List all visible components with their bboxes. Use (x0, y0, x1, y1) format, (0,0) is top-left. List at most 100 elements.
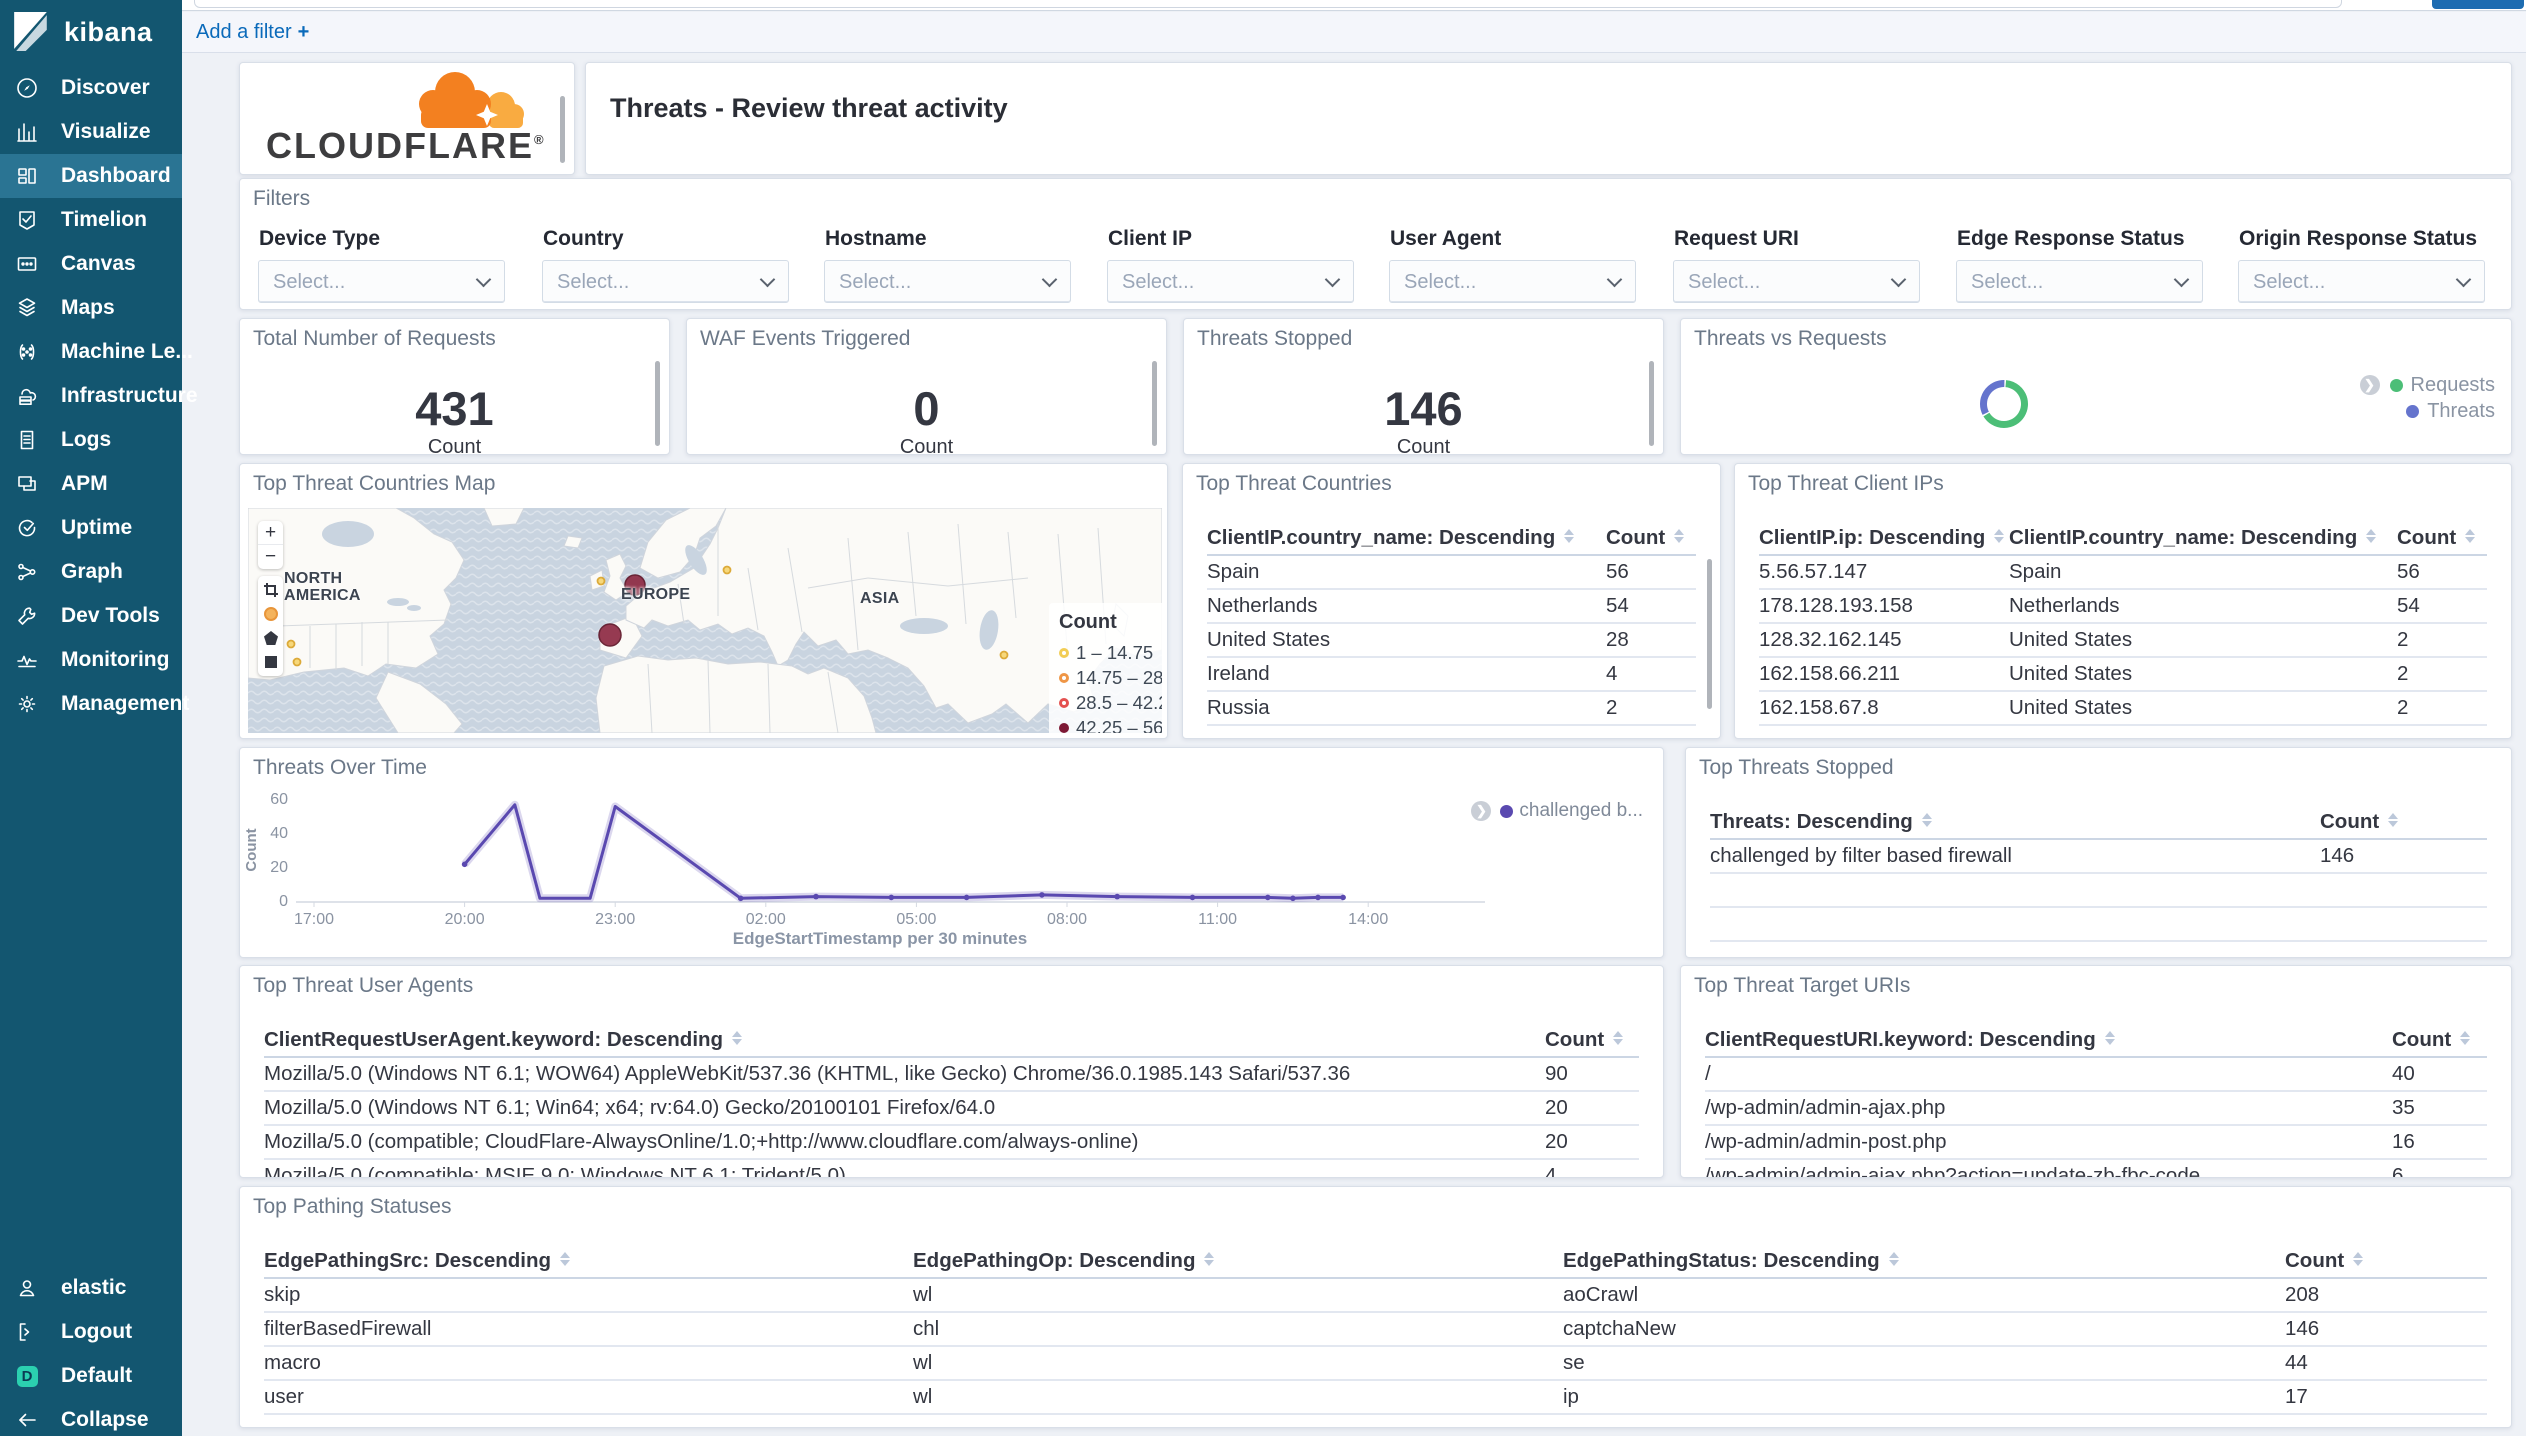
map-rectangle-tool[interactable] (258, 650, 283, 674)
sidebar-item[interactable]: Timelion (0, 198, 182, 242)
filter-select[interactable]: Select... (2238, 260, 2485, 303)
map-legend-item[interactable]: 42.25 – 56 (1059, 715, 1162, 733)
filter-select[interactable]: Select... (1107, 260, 1354, 303)
table-row[interactable]: Spain 56 (1207, 556, 1696, 590)
sidebar-item[interactable]: Infrastructure (0, 374, 198, 418)
sidebar-item[interactable]: Visualize (0, 110, 182, 154)
sidebar-footer-item[interactable]: Logout (0, 1310, 182, 1354)
map-zoom-in-button[interactable]: + (258, 521, 283, 545)
sidebar-item[interactable]: Machine Le... (0, 330, 193, 374)
map-polygon-tool[interactable] (258, 626, 283, 650)
table-row[interactable]: challenged by filter based firewall 146 (1710, 840, 2487, 874)
column-header[interactable]: Count (1606, 526, 1696, 550)
panel-scrollbar[interactable] (655, 361, 660, 446)
sidebar-footer-item[interactable]: Collapse (0, 1398, 182, 1436)
column-header[interactable]: Count (1545, 1028, 1639, 1052)
legend-row[interactable]: Threats (2360, 398, 2495, 424)
column-header[interactable]: Count (2285, 1249, 2487, 1273)
sidebar-item-label: Monitoring (61, 648, 170, 671)
table-row[interactable]: Mozilla/5.0 (Windows NT 6.1; Win64; x64;… (264, 1092, 1639, 1126)
kibana-logo[interactable]: kibana (12, 12, 153, 52)
table-row[interactable]: skip wl aoCrawl 208 (264, 1279, 2487, 1313)
table-row[interactable]: 128.32.162.145 United States 2 (1759, 624, 2487, 658)
table-row[interactable]: United States 28 (1207, 624, 1696, 658)
panel-scrollbar[interactable] (1152, 361, 1157, 446)
column-header[interactable]: Count (2392, 1028, 2487, 1052)
donut-chart[interactable] (1962, 362, 2046, 446)
sidebar-item[interactable]: Uptime (0, 506, 182, 550)
table-row[interactable]: macro wl se 44 (264, 1347, 2487, 1381)
line-chart[interactable]: 60 40 20 0 17:00 20:00 23:00 02:00 05:00 08:00 11:… (240, 748, 1664, 958)
chevron-down-icon (1890, 271, 1907, 288)
sidebar-item[interactable]: Discover (0, 66, 182, 110)
table-row[interactable]: 5.56.57.147 Spain 56 (1759, 556, 2487, 590)
table-row[interactable]: filterBasedFirewall chl captchaNew 146 (264, 1313, 2487, 1347)
table-row[interactable]: 162.158.67.8 United States 2 (1759, 692, 2487, 726)
panel-scrollbar[interactable] (1649, 361, 1654, 446)
table-row[interactable]: 162.158.66.211 United States 2 (1759, 658, 2487, 692)
column-header[interactable]: EdgePathingStatus: Descending (1563, 1249, 2285, 1273)
legend-expand-icon[interactable]: ❯ (1471, 801, 1492, 821)
panel-scrollbar[interactable] (560, 96, 565, 163)
filter-select[interactable]: Select... (1389, 260, 1636, 303)
column-header[interactable]: ClientRequestUserAgent.keyword: Descendi… (264, 1028, 1545, 1052)
sidebar-item[interactable]: Logs (0, 418, 182, 462)
table-row[interactable]: Mozilla/5.0 (compatible; CloudFlare-Alwa… (264, 1126, 1639, 1160)
map-circle-tool[interactable] (258, 602, 283, 626)
filter-select[interactable]: Select... (542, 260, 789, 303)
column-header[interactable]: Count (2320, 810, 2487, 834)
panel-scrollbar[interactable] (1707, 559, 1712, 709)
legend-row[interactable]: ❯ Requests (2359, 372, 2495, 398)
update-button[interactable] (2432, 0, 2524, 9)
column-header[interactable]: EdgePathingOp: Descending (913, 1249, 1563, 1273)
query-input[interactable] (194, 0, 2342, 8)
threat-map-panel: Top Threat Countries Map NORTH AMERICA EU… (239, 463, 1168, 739)
table-row[interactable]: Russia 2 (1207, 692, 1696, 726)
sidebar-item[interactable]: Monitoring (0, 638, 182, 682)
map-legend-label: 28.5 – 42.25 (1076, 691, 1162, 713)
filter-select[interactable]: Select... (258, 260, 505, 303)
sidebar-item[interactable]: APM (0, 462, 182, 506)
column-header[interactable]: ClientIP.country_name: Descending (2009, 526, 2397, 550)
table-row[interactable]: /40 (1705, 1058, 2487, 1092)
sidebar-item[interactable]: Maps (0, 286, 182, 330)
legend-expand-icon[interactable]: ❯ (2359, 375, 2380, 395)
filter-select[interactable]: Select... (824, 260, 1071, 303)
sidebar-item[interactable]: Dev Tools (0, 594, 182, 638)
chart-legend[interactable]: ❯ challenged b... (1471, 800, 1643, 822)
metric-label: Count (1396, 436, 1451, 458)
table-row[interactable]: 178.128.193.158 Netherlands 54 (1759, 590, 2487, 624)
add-filter-link[interactable]: Add a filter + (196, 21, 309, 44)
column-header[interactable]: ClientRequestURI.keyword: Descending (1705, 1028, 2392, 1052)
column-header[interactable]: Threats: Descending (1710, 810, 2320, 834)
map-crop-tool[interactable] (258, 578, 283, 602)
table-row[interactable]: /wp-admin/admin-ajax.php 35 (1705, 1092, 2487, 1126)
column-header[interactable]: ClientIP.country_name: Descending (1207, 526, 1606, 550)
filter-select[interactable]: Select... (1956, 260, 2203, 303)
column-header[interactable]: EdgePathingSrc: Descending (264, 1249, 913, 1273)
map-legend-item[interactable]: 1 – 14.75 (1059, 640, 1157, 665)
table-row[interactable]: Ireland 4 (1207, 658, 1696, 692)
sidebar-item[interactable]: Graph (0, 550, 182, 594)
table-row[interactable]: Netherlands 54 (1207, 590, 1696, 624)
column-header[interactable]: ClientIP.ip: Descending (1759, 526, 2009, 550)
table-row[interactable] (1710, 908, 2487, 942)
table-row[interactable]: user wl ip 17 (264, 1381, 2487, 1415)
column-header[interactable]: Count (2397, 526, 2487, 550)
top-threat-user-agents-panel: Top Threat User Agents ClientRequestUser… (239, 965, 1664, 1178)
table-row[interactable]: Mozilla/5.0 (compatible; MSIE 9.0; Windo… (264, 1160, 1639, 1177)
sidebar-footer-item[interactable]: elastic (0, 1266, 182, 1310)
map-legend-item[interactable]: 28.5 – 42.25 (1059, 690, 1162, 715)
sidebar-item[interactable]: Dashboard (0, 154, 182, 198)
map-zoom-out-button[interactable]: − (258, 545, 283, 569)
filter-select[interactable]: Select... (1673, 260, 1920, 303)
sidebar-footer-item[interactable]: D Default (0, 1354, 182, 1398)
sidebar-item[interactable]: Management (0, 682, 189, 726)
table-row[interactable]: /wp-admin/admin-ajax.php?action=update-z… (1705, 1160, 2487, 1177)
sidebar-item[interactable]: Canvas (0, 242, 182, 286)
world-map[interactable]: NORTH AMERICA EUROPE ASIA Count 1 – 14.75… (248, 508, 1162, 733)
table-row[interactable] (1710, 874, 2487, 908)
table-row[interactable]: /wp-admin/admin-post.php 16 (1705, 1126, 2487, 1160)
table-row[interactable]: Mozilla/5.0 (Windows NT 6.1; WOW64) Appl… (264, 1058, 1639, 1092)
map-legend-item[interactable]: 14.75 – 28.5 (1059, 665, 1162, 690)
